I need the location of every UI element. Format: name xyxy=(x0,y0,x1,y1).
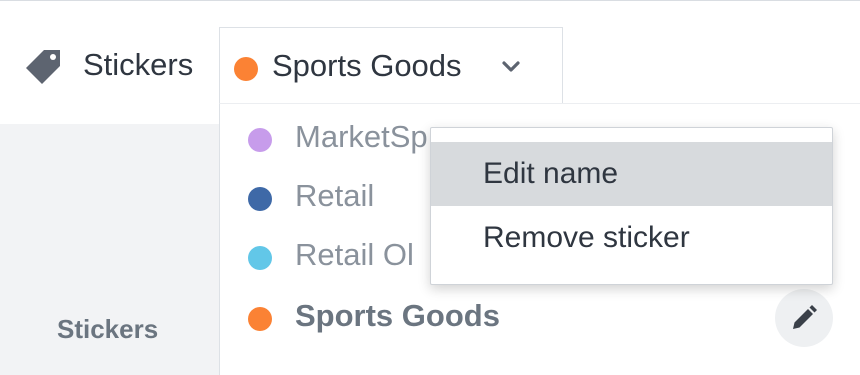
remove-sticker-menu-item[interactable]: Remove sticker xyxy=(431,206,832,270)
sticker-color-dot xyxy=(248,187,272,211)
sticker-option-label: MarketSp xyxy=(295,119,428,154)
tag-icon xyxy=(26,50,60,84)
side-panel-label: Stickers xyxy=(57,314,159,344)
selected-sticker-label: Sports Goods xyxy=(272,48,462,83)
selected-sticker-color-dot xyxy=(234,57,258,81)
sticker-color-dot xyxy=(248,307,272,331)
sticker-option-selected[interactable]: Sports Goods xyxy=(220,286,860,348)
edit-sticker-button[interactable] xyxy=(775,289,833,347)
pencil-icon xyxy=(793,305,817,329)
sticker-option-label: Retail xyxy=(295,178,375,213)
sticker-dropdown-trigger[interactable]: Sports Goods xyxy=(219,27,563,103)
menu-item-label: Edit name xyxy=(483,157,619,190)
sticker-color-dot xyxy=(248,128,272,152)
menu-item-label: Remove sticker xyxy=(483,221,690,254)
chevron-down-icon xyxy=(502,61,520,72)
stickers-label: Stickers xyxy=(83,47,194,82)
top-divider xyxy=(0,0,860,1)
sticker-context-menu: Edit name Remove sticker xyxy=(430,127,833,285)
sticker-color-dot xyxy=(248,246,272,270)
sticker-option-label: Retail Ol xyxy=(295,237,414,272)
edit-name-menu-item[interactable]: Edit name xyxy=(431,142,832,206)
sticker-option-label: Sports Goods xyxy=(295,298,500,333)
